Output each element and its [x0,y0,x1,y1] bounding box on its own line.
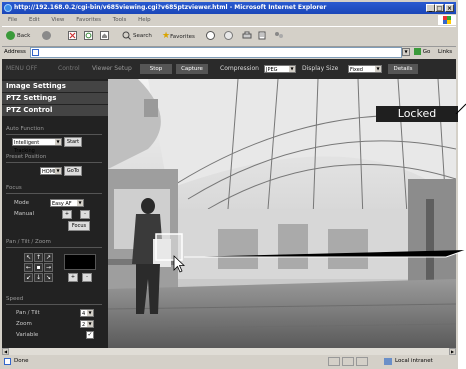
callout-leader-lines [184,103,466,258]
